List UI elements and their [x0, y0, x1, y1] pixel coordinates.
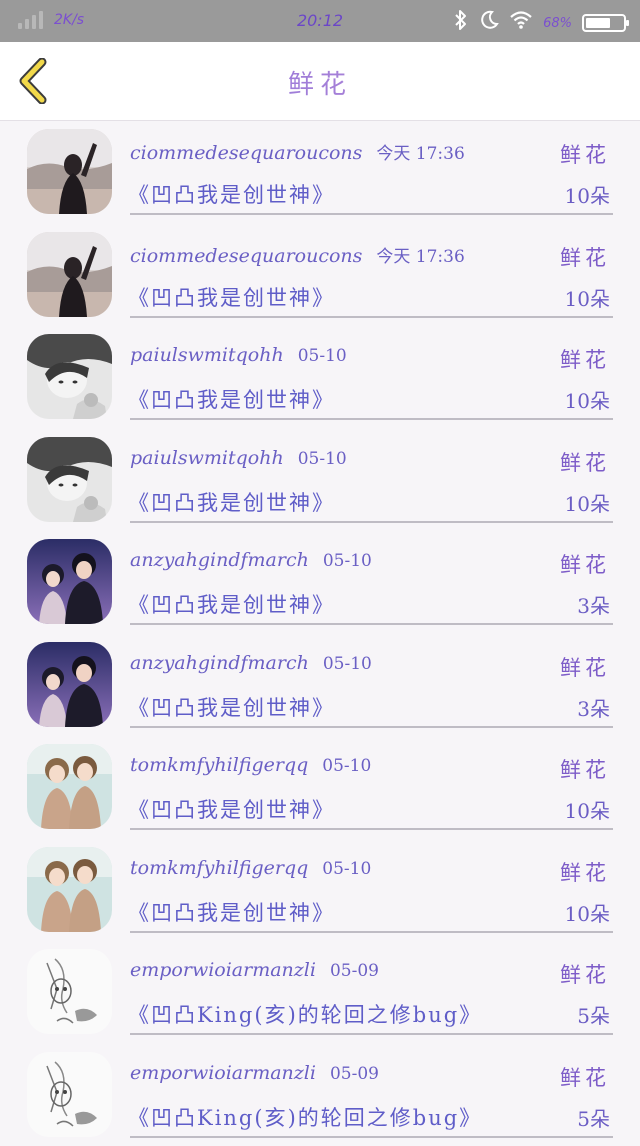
username: ciommedesequaroucons — [130, 245, 362, 267]
record-time: 05-10 — [323, 654, 372, 674]
bluetooth-icon — [453, 9, 469, 37]
username: paiulswmitqohh — [130, 344, 284, 366]
username: ciommedesequaroucons — [130, 142, 362, 164]
gift-type-label: 鲜花 — [560, 1062, 610, 1092]
gift-record-row[interactable]: emporwioiarmanzli 05-09 鲜花 《凹凸King(亥)的轮回… — [0, 941, 640, 1044]
gift-type-label: 鲜花 — [560, 652, 610, 682]
gift-type-label: 鲜花 — [560, 857, 610, 887]
avatar[interactable] — [27, 539, 112, 624]
gift-count: 10朵 — [565, 180, 610, 209]
wifi-icon — [509, 10, 533, 36]
moon-icon — [479, 9, 499, 37]
username: tomkmfyhilfigerqq — [130, 857, 308, 879]
status-bar: 2K/s 20:12 68% — [0, 0, 640, 42]
gift-type-label: 鲜花 — [560, 549, 610, 579]
record-time: 05-10 — [298, 346, 347, 366]
gift-count: 3朵 — [577, 590, 610, 619]
book-title: 《凹凸我是创世神》 — [128, 487, 335, 517]
avatar[interactable] — [27, 129, 112, 214]
divider — [130, 213, 613, 215]
gift-type-label: 鲜花 — [560, 959, 610, 989]
gift-type-label: 鲜花 — [560, 344, 610, 374]
gift-record-row[interactable]: emporwioiarmanzli 05-09 鲜花 《凹凸King(亥)的轮回… — [0, 1044, 640, 1146]
gift-type-label: 鲜花 — [560, 139, 610, 169]
divider — [130, 1136, 613, 1138]
gift-count: 10朵 — [565, 385, 610, 414]
avatar[interactable] — [27, 1052, 112, 1137]
gift-record-row[interactable]: ciommedesequaroucons 今天 17:36 鲜花 《凹凸我是创世… — [0, 224, 640, 327]
record-time: 今天 17:36 — [376, 242, 464, 267]
gift-type-label: 鲜花 — [560, 242, 610, 272]
username: emporwioiarmanzli — [130, 1062, 316, 1084]
gift-type-label: 鲜花 — [560, 754, 610, 784]
gift-count: 10朵 — [565, 795, 610, 824]
gift-type-label: 鲜花 — [560, 447, 610, 477]
gift-count: 5朵 — [577, 1000, 610, 1029]
book-title: 《凹凸我是创世神》 — [128, 179, 335, 209]
username: anzyahgindfmarch — [130, 549, 309, 571]
record-time: 05-10 — [298, 449, 347, 469]
book-title: 《凹凸我是创世神》 — [128, 794, 335, 824]
gift-count: 10朵 — [565, 488, 610, 517]
gift-count: 3朵 — [577, 693, 610, 722]
record-time: 05-09 — [330, 1064, 379, 1084]
book-title: 《凹凸我是创世神》 — [128, 692, 335, 722]
avatar[interactable] — [27, 437, 112, 522]
divider — [130, 418, 613, 420]
divider — [130, 623, 613, 625]
divider — [130, 828, 613, 830]
avatar[interactable] — [27, 334, 112, 419]
battery-icon — [582, 14, 626, 32]
gift-record-row[interactable]: anzyahgindfmarch 05-10 鲜花 《凹凸我是创世神》 3朵 — [0, 634, 640, 737]
book-title: 《凹凸我是创世神》 — [128, 384, 335, 414]
record-time: 今天 17:36 — [376, 139, 464, 164]
book-title: 《凹凸King(亥)的轮回之修bug》 — [128, 1102, 482, 1132]
title-bar: 鲜花 — [0, 42, 640, 121]
record-time: 05-09 — [330, 961, 379, 981]
gift-record-list: ciommedesequaroucons 今天 17:36 鲜花 《凹凸我是创世… — [0, 121, 640, 1146]
gift-record-row[interactable]: paiulswmitqohh 05-10 鲜花 《凹凸我是创世神》 10朵 — [0, 326, 640, 429]
avatar[interactable] — [27, 949, 112, 1034]
book-title: 《凹凸我是创世神》 — [128, 897, 335, 927]
gift-record-row[interactable]: ciommedesequaroucons 今天 17:36 鲜花 《凹凸我是创世… — [0, 121, 640, 224]
avatar[interactable] — [27, 744, 112, 829]
gift-count: 10朵 — [565, 283, 610, 312]
avatar[interactable] — [27, 642, 112, 727]
book-title: 《凹凸我是创世神》 — [128, 282, 335, 312]
battery-fill — [586, 18, 610, 28]
username: emporwioiarmanzli — [130, 959, 316, 981]
gift-count: 10朵 — [565, 898, 610, 927]
gift-count: 5朵 — [577, 1103, 610, 1132]
gift-record-row[interactable]: paiulswmitqohh 05-10 鲜花 《凹凸我是创世神》 10朵 — [0, 429, 640, 532]
avatar[interactable] — [27, 847, 112, 932]
gift-record-row[interactable]: tomkmfyhilfigerqq 05-10 鲜花 《凹凸我是创世神》 10朵 — [0, 736, 640, 839]
divider — [130, 521, 613, 523]
record-time: 05-10 — [322, 859, 371, 879]
gift-record-row[interactable]: tomkmfyhilfigerqq 05-10 鲜花 《凹凸我是创世神》 10朵 — [0, 839, 640, 942]
divider — [130, 316, 613, 318]
divider — [130, 931, 613, 933]
book-title: 《凹凸King(亥)的轮回之修bug》 — [128, 999, 482, 1029]
gift-record-row[interactable]: anzyahgindfmarch 05-10 鲜花 《凹凸我是创世神》 3朵 — [0, 531, 640, 634]
record-time: 05-10 — [323, 551, 372, 571]
username: anzyahgindfmarch — [130, 652, 309, 674]
username: paiulswmitqohh — [130, 447, 284, 469]
username: tomkmfyhilfigerqq — [130, 754, 308, 776]
page-title: 鲜花 — [0, 64, 640, 101]
avatar[interactable] — [27, 232, 112, 317]
record-time: 05-10 — [322, 756, 371, 776]
battery-percent: 68% — [543, 16, 572, 31]
divider — [130, 1033, 613, 1035]
divider — [130, 726, 613, 728]
book-title: 《凹凸我是创世神》 — [128, 589, 335, 619]
